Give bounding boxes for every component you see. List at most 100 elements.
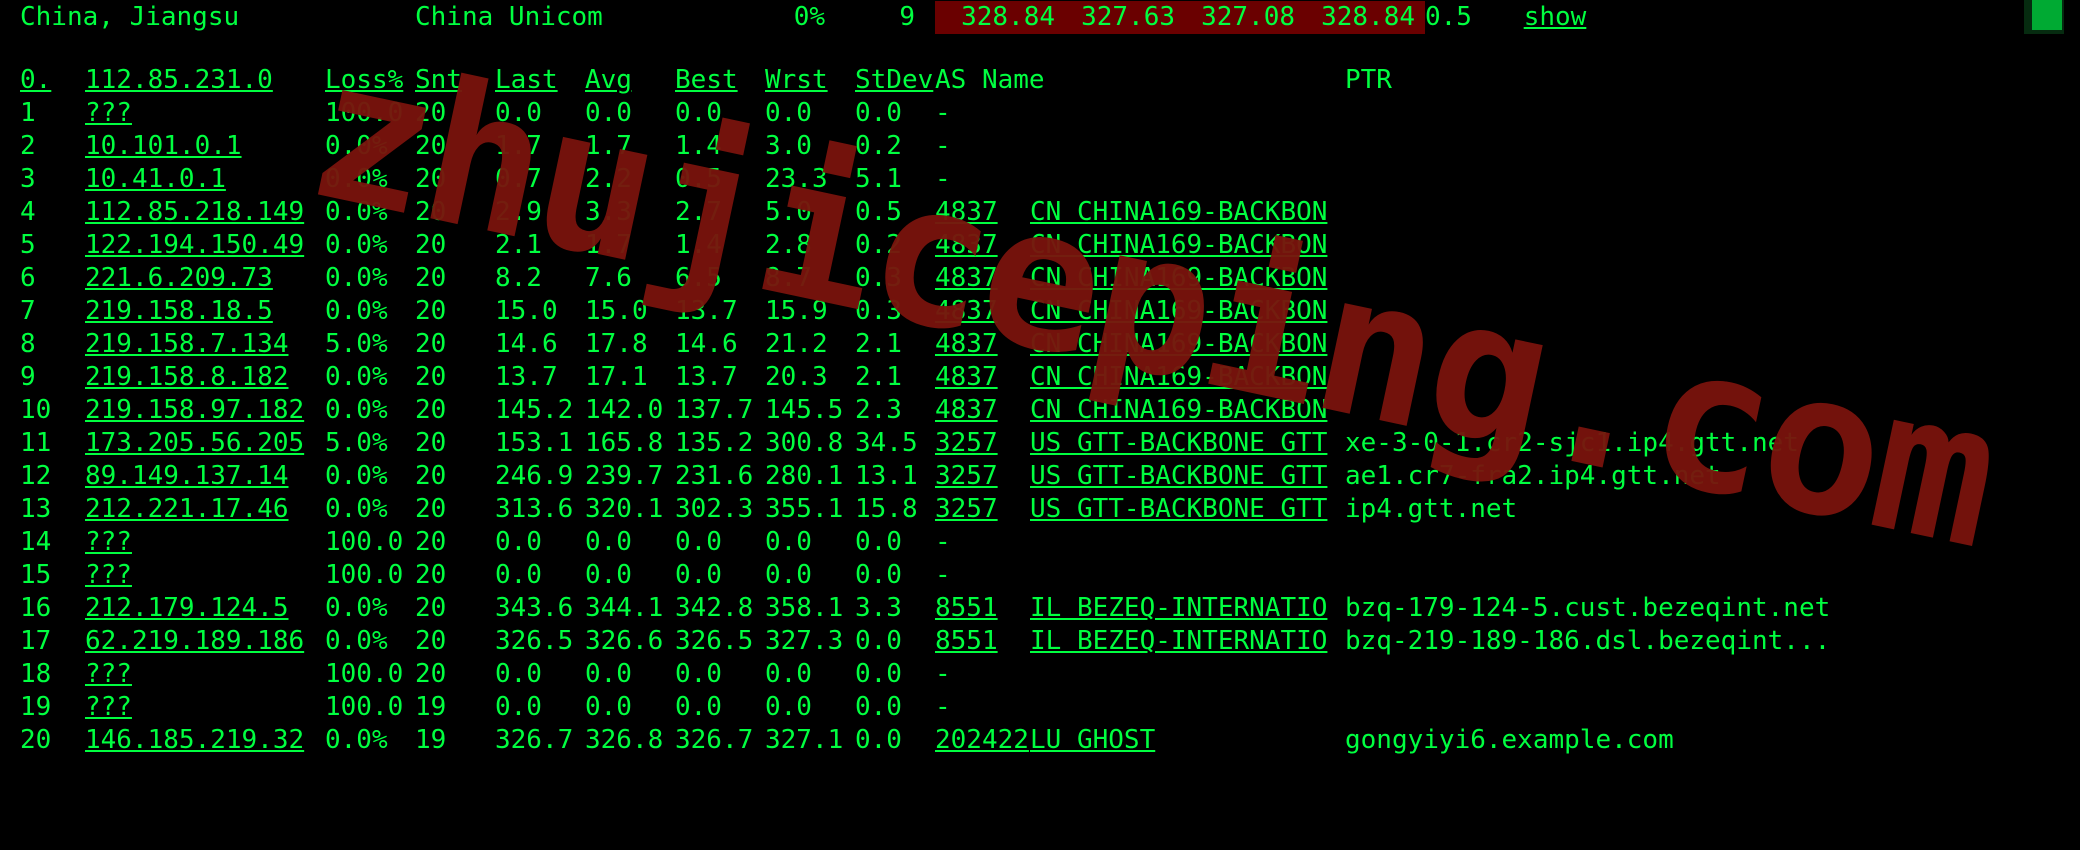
hop-avg: 0.0	[585, 559, 675, 592]
hop-index: 15	[0, 559, 85, 592]
col-stdev: StDev	[855, 64, 935, 97]
hop-ip[interactable]: 10.101.0.1	[85, 130, 325, 163]
hop-stdev: 3.3	[855, 592, 935, 625]
hop-ip[interactable]: ???	[85, 559, 325, 592]
hop-snt: 20	[415, 130, 495, 163]
top-best: 327.08	[1180, 1, 1300, 34]
hop-ptr: xe-3-0-1.cr2-sjc1.ip4.gtt.net	[1345, 427, 2080, 460]
hop-ptr	[1345, 295, 2080, 328]
hop-asn[interactable]: 4837	[935, 295, 1030, 328]
hop-best: 1.4	[675, 229, 765, 262]
hop-asn[interactable]: 3257	[935, 493, 1030, 526]
hop-asn: -	[935, 691, 1030, 724]
hop-stdev: 0.0	[855, 724, 935, 757]
hop-wrst: 15.9	[765, 295, 855, 328]
hop-ip[interactable]: 89.149.137.14	[85, 460, 325, 493]
hop-asn[interactable]: 8551	[935, 592, 1030, 625]
hop-wrst: 358.1	[765, 592, 855, 625]
summary-row: China, Jiangsu China Unicom 0% 9 328.84 …	[0, 0, 2080, 34]
hop-ip[interactable]: 212.179.124.5	[85, 592, 325, 625]
hop-ip[interactable]: 221.6.209.73	[85, 262, 325, 295]
hop-ip[interactable]: 62.219.189.186	[85, 625, 325, 658]
hop-wrst: 20.3	[765, 361, 855, 394]
hop-last: 0.0	[495, 97, 585, 130]
hop-loss: 0.0%	[325, 493, 415, 526]
hop-best: 0.0	[675, 691, 765, 724]
hop-asn[interactable]: 3257	[935, 460, 1030, 493]
col-ptr: PTR	[1345, 64, 2080, 97]
hop-wrst: 300.8	[765, 427, 855, 460]
hop-ip[interactable]: 112.85.218.149	[85, 196, 325, 229]
hop-ip[interactable]: ???	[85, 691, 325, 724]
hop-asn[interactable]: 4837	[935, 361, 1030, 394]
hop-ip[interactable]: ???	[85, 97, 325, 130]
hop-snt: 20	[415, 592, 495, 625]
hop-ip[interactable]: 212.221.17.46	[85, 493, 325, 526]
hop-asn[interactable]: 3257	[935, 427, 1030, 460]
hop-asn: -	[935, 130, 1030, 163]
hop-avg: 0.0	[585, 526, 675, 559]
hop-ip[interactable]: 122.194.150.49	[85, 229, 325, 262]
hop-loss: 0.0%	[325, 163, 415, 196]
hop-asname: CN CHINA169-BACKBON	[1030, 361, 1345, 394]
hop-best: 1.4	[675, 130, 765, 163]
hop-last: 0.7	[495, 163, 585, 196]
hop-asn[interactable]: 202422	[935, 724, 1030, 757]
hop-asn[interactable]: 4837	[935, 262, 1030, 295]
hop-ip[interactable]: 219.158.7.134	[85, 328, 325, 361]
hop-ptr	[1345, 559, 2080, 592]
hop-best: 13.7	[675, 361, 765, 394]
hop-asn[interactable]: 8551	[935, 625, 1030, 658]
hop-avg: 17.8	[585, 328, 675, 361]
hop-row: 16212.179.124.50.0%20343.6344.1342.8358.…	[0, 592, 2080, 625]
hop-wrst: 2.8	[765, 229, 855, 262]
hop-wrst: 355.1	[765, 493, 855, 526]
hop-loss: 0.0%	[325, 130, 415, 163]
show-link[interactable]: show	[1505, 1, 1605, 34]
hop-avg: 0.0	[585, 691, 675, 724]
hop-wrst: 280.1	[765, 460, 855, 493]
hop-last: 145.2	[495, 394, 585, 427]
hop-index: 6	[0, 262, 85, 295]
hop-index: 16	[0, 592, 85, 625]
hop-stdev: 0.3	[855, 295, 935, 328]
hop-ip[interactable]: 219.158.18.5	[85, 295, 325, 328]
hop-asn[interactable]: 4837	[935, 394, 1030, 427]
hop-stdev: 0.0	[855, 559, 935, 592]
hop-snt: 20	[415, 658, 495, 691]
hop-wrst: 21.2	[765, 328, 855, 361]
hop-asname	[1030, 130, 1345, 163]
hop-index: 10	[0, 394, 85, 427]
hop-row: 6221.6.209.730.0%208.27.66.58.70.34837CN…	[0, 262, 2080, 295]
hop-ip[interactable]: ???	[85, 658, 325, 691]
hop-stdev: 0.2	[855, 229, 935, 262]
hop-wrst: 327.3	[765, 625, 855, 658]
hop-best: 231.6	[675, 460, 765, 493]
hop-asname	[1030, 658, 1345, 691]
hop-ip[interactable]: ???	[85, 526, 325, 559]
hop-asname	[1030, 691, 1345, 724]
hop-best: 2.7	[675, 196, 765, 229]
hop-snt: 20	[415, 427, 495, 460]
hop-asname: CN CHINA169-BACKBON	[1030, 295, 1345, 328]
hop-ip[interactable]: 219.158.8.182	[85, 361, 325, 394]
hop-ptr	[1345, 394, 2080, 427]
hop-index: 14	[0, 526, 85, 559]
hop-asn[interactable]: 4837	[935, 328, 1030, 361]
hop-ip[interactable]: 219.158.97.182	[85, 394, 325, 427]
hop-ip[interactable]: 173.205.56.205	[85, 427, 325, 460]
hop-index: 8	[0, 328, 85, 361]
hop-index: 19	[0, 691, 85, 724]
hop-row: 7219.158.18.50.0%2015.015.013.715.90.348…	[0, 295, 2080, 328]
hop-loss: 0.0%	[325, 295, 415, 328]
hop-loss: 0.0%	[325, 460, 415, 493]
hop-best: 0.0	[675, 658, 765, 691]
hop-ip[interactable]: 146.185.219.32	[85, 724, 325, 757]
hop-asn[interactable]: 4837	[935, 229, 1030, 262]
hop-avg: 326.6	[585, 625, 675, 658]
hop-asn[interactable]: 4837	[935, 196, 1030, 229]
hop-best: 0.0	[675, 559, 765, 592]
hop-avg: 17.1	[585, 361, 675, 394]
hop-row: 1762.219.189.1860.0%20326.5326.6326.5327…	[0, 625, 2080, 658]
hop-ip[interactable]: 10.41.0.1	[85, 163, 325, 196]
